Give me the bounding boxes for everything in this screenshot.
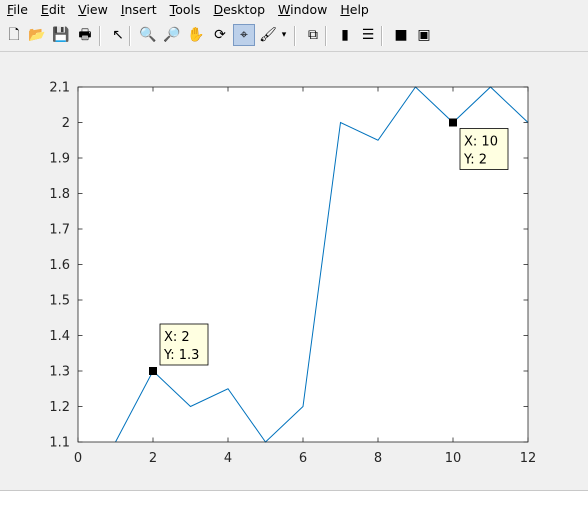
link-plot-icon[interactable]: ⧉	[302, 24, 324, 46]
rotate-3d-icon[interactable]: ⟳	[209, 24, 231, 46]
menu-label-rest: dit	[48, 2, 66, 17]
datatip-y-label: Y: 2	[463, 153, 487, 168]
datatip-marker[interactable]	[449, 118, 457, 127]
y-tick-label: 1.8	[49, 187, 70, 202]
colorbar-icon[interactable]: ▮	[334, 24, 356, 46]
y-tick-label: 1.7	[49, 223, 70, 238]
menu-label-rest: indow	[290, 2, 328, 17]
menu-desktop[interactable]: Desktop	[206, 0, 271, 20]
y-tick-label: 1.4	[49, 329, 70, 344]
pan-icon[interactable]: ✋	[185, 24, 207, 46]
menu-label-rest: nsert	[124, 2, 157, 17]
y-tick-label: 2.1	[49, 81, 70, 96]
figure-window: File Edit View Insert Tools Desktop Window Help…	[0, 0, 588, 518]
x-tick-label: 0	[74, 451, 82, 466]
datatip-x-label: X: 2	[164, 330, 190, 345]
menu-label-rest: esktop	[223, 2, 266, 17]
figure-toolbar: 🗋 📂 💾 🖶 ↖ 🔍 🔎 ✋ ⟳ ⌖ 🖌 ⧉ ▮ ☰ ■ ▣ ▾	[0, 21, 588, 52]
x-tick-label: 6	[299, 451, 307, 466]
y-tick-label: 1.6	[49, 258, 70, 273]
menu-help[interactable]: Help	[333, 0, 375, 20]
menu-label-rest: elp	[349, 2, 369, 17]
legend-icon[interactable]: ☰	[357, 24, 379, 46]
x-tick-label: 2	[149, 451, 157, 466]
zoom-out-icon[interactable]: 🔎	[161, 24, 183, 46]
toolbar-separator	[294, 26, 296, 46]
zoom-in-icon[interactable]: 🔍	[137, 24, 159, 46]
data-cursor-icon[interactable]: ⌖	[233, 24, 255, 46]
print-icon[interactable]: 🖶	[74, 24, 96, 46]
show-plot-tools-icon[interactable]: ▣	[413, 24, 435, 46]
toolbar-separator	[99, 26, 101, 46]
menu-accelerator: E	[40, 2, 49, 17]
menu-accelerator: W	[278, 2, 291, 17]
menu-label-rest: ile	[13, 2, 28, 17]
x-tick-label: 8	[374, 451, 382, 466]
figure-canvas[interactable]: 0 2 4 6 8 10 12 1.1 1.2 1.3 1.4 1.5 1.6 1.7 1.8 1.9 2 2.1…	[0, 52, 588, 490]
y-tick-label: 1.9	[49, 152, 70, 167]
y-tick-label: 1.2	[49, 400, 70, 415]
datatip-x-label: X: 10	[464, 135, 498, 150]
y-tick-label: 2	[62, 116, 70, 131]
toolbar-separator	[381, 26, 383, 46]
menu-window[interactable]: Window	[271, 0, 333, 20]
menu-insert[interactable]: Insert	[114, 0, 163, 20]
menu-accelerator: D	[213, 2, 224, 17]
new-figure-icon[interactable]: 🗋	[3, 24, 25, 46]
x-tick-label: 12	[520, 451, 537, 466]
menu-label-rest: iew	[86, 2, 108, 17]
hide-plot-tools-icon[interactable]: ■	[390, 24, 412, 46]
datatip-y-label: Y: 1.3	[163, 348, 199, 363]
status-area	[0, 491, 588, 518]
y-tick-label: 1.1	[49, 436, 70, 451]
x-tick-label: 10	[445, 451, 462, 466]
toolbar-separator	[325, 26, 327, 46]
menu-accelerator: H	[340, 2, 350, 17]
y-tick-label: 1.5	[49, 294, 70, 309]
brush-dropdown-arrow-icon[interactable]: ▾	[279, 24, 289, 46]
save-icon[interactable]: 💾	[50, 24, 72, 46]
menu-view[interactable]: View	[71, 0, 114, 20]
toolbar-separator	[129, 26, 131, 46]
menu-label-rest: ools	[175, 2, 201, 17]
x-tick-label: 4	[224, 451, 232, 466]
datatip-marker[interactable]	[149, 367, 157, 375]
menu-edit[interactable]: Edit	[34, 0, 71, 20]
brush-icon[interactable]: 🖌	[257, 24, 279, 46]
line-plot[interactable]: 0 2 4 6 8 10 12 1.1 1.2 1.3 1.4 1.5 1.6 1.7 1.8 1.9 2 2.1…	[0, 52, 588, 490]
menu-file[interactable]: File	[0, 0, 34, 20]
edit-plot-icon[interactable]: ↖	[107, 24, 129, 46]
y-tick-label: 1.3	[49, 365, 70, 380]
menu-tools[interactable]: Tools	[163, 0, 207, 20]
menu-bar: File Edit View Insert Tools Desktop Window Help	[0, 0, 588, 20]
open-file-icon[interactable]: 📂	[26, 24, 48, 46]
